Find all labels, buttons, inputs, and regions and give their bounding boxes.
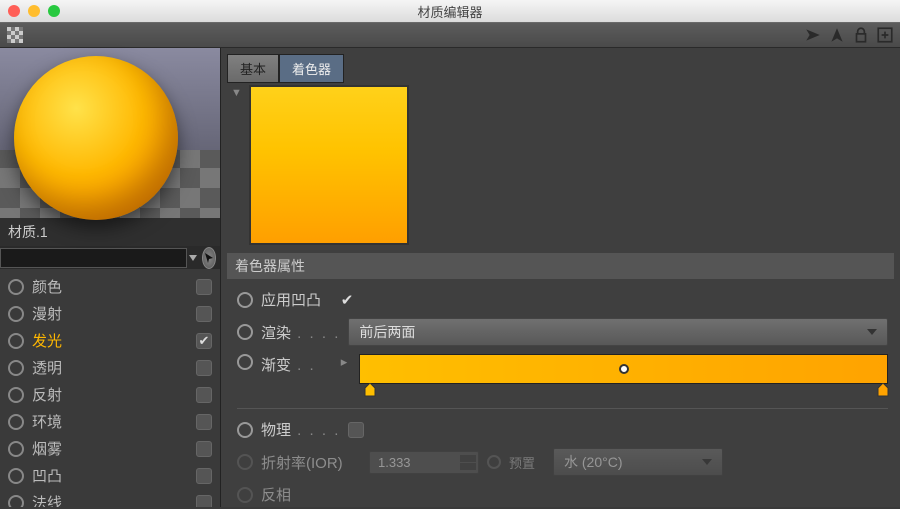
tab-着色器[interactable]: 着色器 xyxy=(279,54,344,83)
physical-checkbox[interactable] xyxy=(348,422,364,438)
gradient-expand-icon[interactable]: ▸ xyxy=(337,354,351,370)
channel-checkbox[interactable]: ✔ xyxy=(196,333,212,349)
material-name[interactable]: 材质.1 xyxy=(0,218,220,246)
channel-ring-icon[interactable] xyxy=(8,279,24,295)
nav-up-icon[interactable] xyxy=(828,26,846,44)
invert-label: 反相 xyxy=(261,484,329,505)
channel-checkbox[interactable] xyxy=(196,414,212,430)
preset-label: 预置 xyxy=(509,453,545,472)
window-minimize-button[interactable] xyxy=(28,5,40,17)
channel-label: 颜色 xyxy=(32,276,188,297)
left-panel: 材质.1 颜色漫射发光 ✔ 透明反射环境烟雾凹凸法线 xyxy=(0,48,221,507)
gradient-handle[interactable] xyxy=(877,383,889,397)
channel-ring-icon[interactable] xyxy=(8,495,24,507)
shader-preview[interactable] xyxy=(249,85,409,245)
section-header: 着色器属性 xyxy=(227,253,894,279)
window-zoom-button[interactable] xyxy=(48,5,60,17)
channel-ring-icon[interactable] xyxy=(8,387,24,403)
channel-checkbox[interactable] xyxy=(196,468,212,484)
titlebar: 材质编辑器 xyxy=(0,0,900,22)
preview-sphere xyxy=(14,56,178,220)
param-ring-icon xyxy=(237,454,253,470)
window-title: 材质编辑器 xyxy=(0,2,900,21)
channel-label: 漫射 xyxy=(32,303,188,324)
param-ring-icon[interactable] xyxy=(237,354,253,370)
param-ring-icon xyxy=(487,455,501,469)
channel-row[interactable]: 法线 xyxy=(0,489,220,507)
channel-label: 发光 xyxy=(32,330,188,351)
tab-基本[interactable]: 基本 xyxy=(227,54,279,83)
picker-icon[interactable] xyxy=(202,247,216,269)
apply-bump-checkbox[interactable]: ✔ xyxy=(337,292,353,308)
channel-checkbox[interactable] xyxy=(196,360,212,376)
channel-row[interactable]: 反射 xyxy=(0,381,220,408)
gradient-handle[interactable] xyxy=(364,383,376,397)
channel-row[interactable]: 环境 xyxy=(0,408,220,435)
expander-icon[interactable]: ▼ xyxy=(231,85,241,99)
lock-icon[interactable] xyxy=(852,26,870,44)
channel-ring-icon[interactable] xyxy=(8,306,24,322)
channel-row[interactable]: 漫射 xyxy=(0,300,220,327)
ior-label: 折射率(IOR) xyxy=(261,452,361,473)
channel-list: 颜色漫射发光 ✔ 透明反射环境烟雾凹凸法线 xyxy=(0,269,220,507)
material-preview[interactable] xyxy=(0,48,220,218)
window-close-button[interactable] xyxy=(8,5,20,17)
preset-select[interactable]: 水 (20°C) xyxy=(553,448,723,476)
checker-icon[interactable] xyxy=(6,26,24,44)
param-ring-icon[interactable] xyxy=(237,422,253,438)
channel-row[interactable]: 发光 ✔ xyxy=(0,327,220,354)
channel-row[interactable]: 凹凸 xyxy=(0,462,220,489)
gradient-handle-track xyxy=(359,384,888,398)
channel-checkbox[interactable] xyxy=(196,387,212,403)
channel-row[interactable]: 烟雾 xyxy=(0,435,220,462)
ior-field[interactable]: 1.333 xyxy=(369,451,479,474)
channel-label: 反射 xyxy=(32,384,188,405)
channel-label: 烟雾 xyxy=(32,438,188,459)
render-label: 渲染 . . . . xyxy=(261,322,340,343)
channel-checkbox[interactable] xyxy=(196,495,212,507)
channel-checkbox[interactable] xyxy=(196,306,212,322)
spinner-icon[interactable] xyxy=(460,452,476,473)
apply-bump-label: 应用凹凸 xyxy=(261,289,329,310)
param-ring-icon xyxy=(237,487,253,503)
gradient-label: 渐变 . . xyxy=(261,354,329,375)
param-ring-icon[interactable] xyxy=(237,292,253,308)
tab-bar: 基本着色器 xyxy=(227,54,894,83)
gradient-bar[interactable] xyxy=(359,354,888,384)
gradient-knot[interactable] xyxy=(619,364,629,374)
toolstrip xyxy=(0,22,900,48)
render-select[interactable]: 前后两面 xyxy=(348,318,888,346)
channel-ring-icon[interactable] xyxy=(8,414,24,430)
channel-label: 环境 xyxy=(32,411,188,432)
channel-row[interactable]: 透明 xyxy=(0,354,220,381)
channel-label: 透明 xyxy=(32,357,188,378)
channel-row[interactable]: 颜色 xyxy=(0,273,220,300)
channel-label: 凹凸 xyxy=(32,465,188,486)
channel-ring-icon[interactable] xyxy=(8,333,24,349)
channel-ring-icon[interactable] xyxy=(8,360,24,376)
new-tab-icon[interactable] xyxy=(876,26,894,44)
nav-back-icon[interactable] xyxy=(804,26,822,44)
search-expand-icon[interactable] xyxy=(187,247,198,269)
channel-checkbox[interactable] xyxy=(196,279,212,295)
channel-checkbox[interactable] xyxy=(196,441,212,457)
channel-ring-icon[interactable] xyxy=(8,468,24,484)
right-panel: 基本着色器 ▼ 着色器属性 应用凹凸 ✔ 渲染 . . . . 前后两面 渐变 … xyxy=(221,48,900,507)
channel-ring-icon[interactable] xyxy=(8,441,24,457)
physical-label: 物理 . . . . xyxy=(261,419,340,440)
param-ring-icon[interactable] xyxy=(237,324,253,340)
search-input[interactable] xyxy=(0,248,187,268)
channel-label: 法线 xyxy=(32,492,188,507)
